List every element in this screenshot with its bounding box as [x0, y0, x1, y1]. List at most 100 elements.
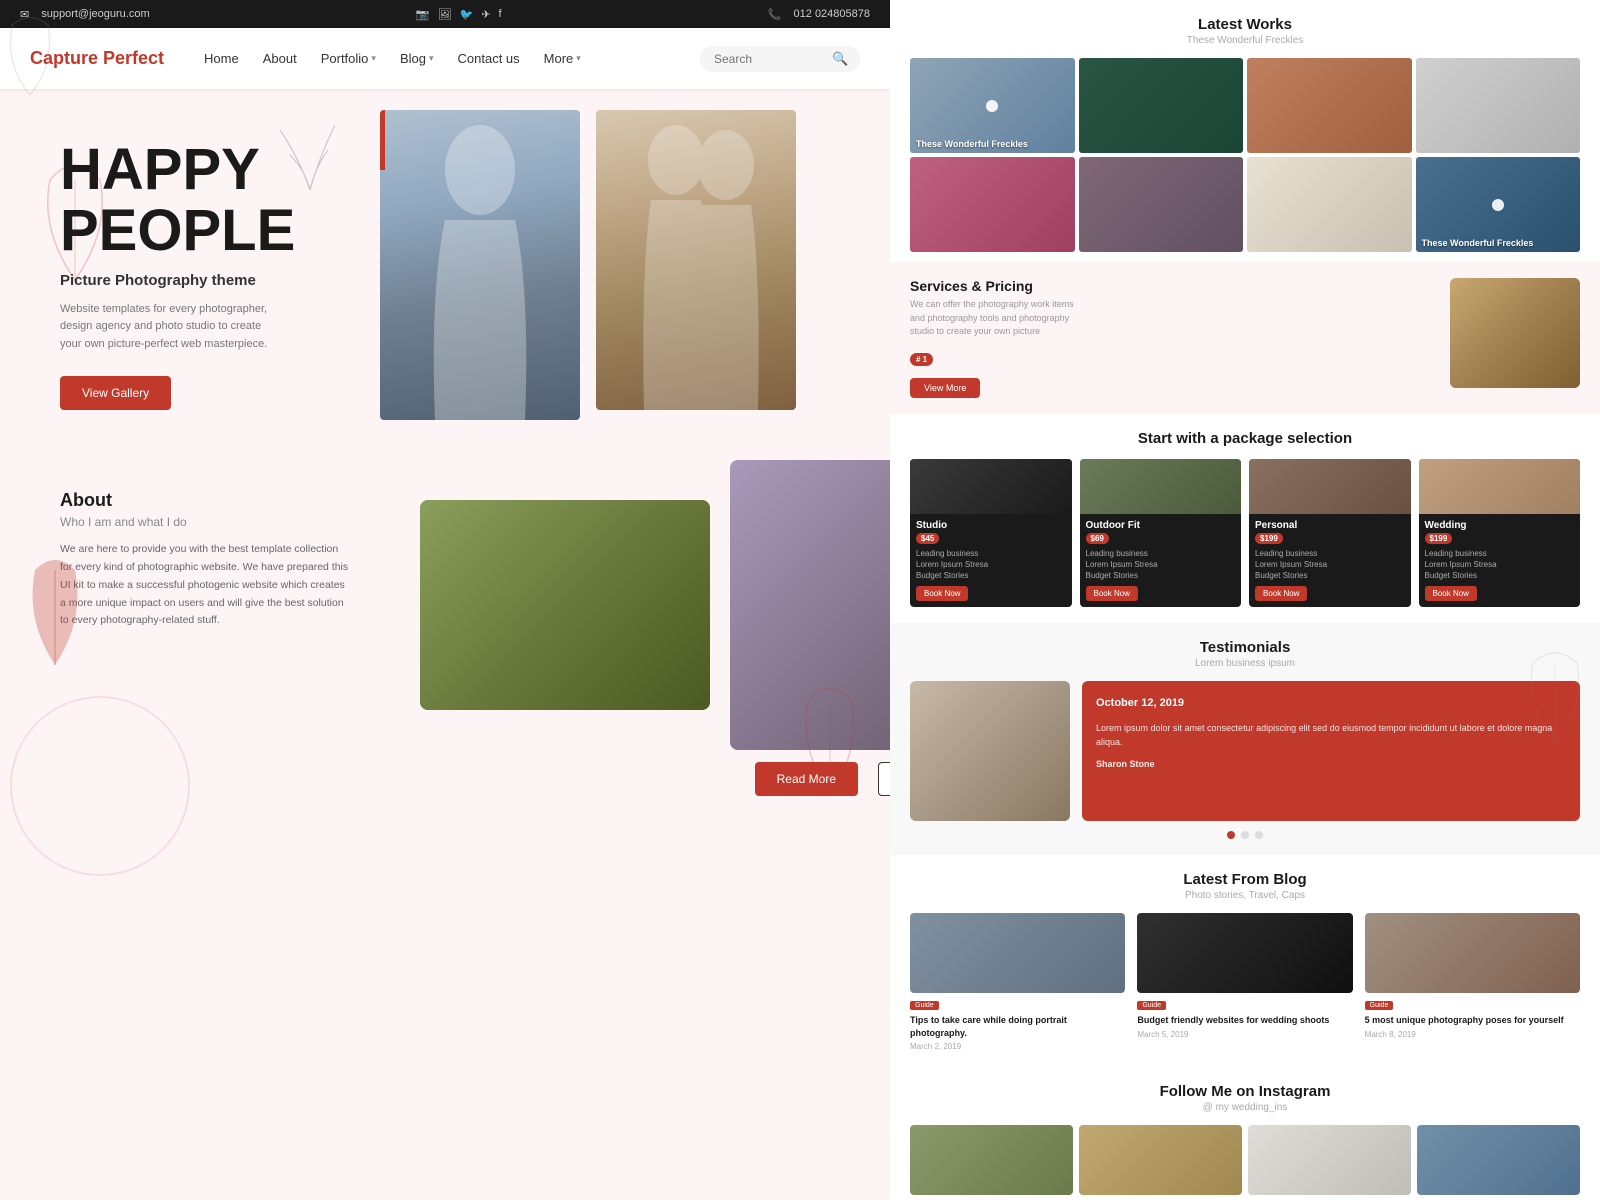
work-image-4	[1416, 58, 1581, 153]
blog-post-title-1[interactable]: Tips to take care while doing portrait p…	[910, 1014, 1125, 1039]
blog-post-2: Guide Budget friendly websites for weddi…	[1137, 913, 1352, 1051]
hero-title: HAPPY PEOPLE	[60, 140, 360, 262]
instagram-section: Follow Me on Instagram @ my wedding_ins	[890, 1067, 1600, 1200]
pagination-dot-2[interactable]	[1241, 831, 1249, 839]
nav-links: Home About Portfolio ▾ Blog ▾ Contact us…	[204, 51, 670, 66]
pink-leaf-decoration	[790, 676, 870, 806]
packages-section: Start with a package selection Studio $4…	[890, 414, 1600, 624]
hero-subtitle: Picture Photography theme	[60, 272, 360, 289]
about-section: About Who I am and what I do We are here…	[0, 470, 890, 816]
navbar: Capture Perfect Home About Portfolio ▾ B…	[0, 28, 890, 90]
work-item-7[interactable]	[1247, 157, 1412, 252]
package-wedding-body: Wedding $199 Leading businessLorem Ipsum…	[1419, 514, 1581, 608]
package-personal-price: $199	[1255, 533, 1283, 544]
testimonial-date: October 12, 2019	[1096, 695, 1566, 713]
services-section: Services & Pricing We can offer the phot…	[890, 262, 1600, 414]
work-item-2[interactable]	[1079, 58, 1244, 153]
instagram-image-2[interactable]	[1079, 1125, 1242, 1195]
blog-image-2	[1137, 913, 1352, 993]
facebook-icon[interactable]: f	[498, 8, 501, 20]
work-item-3[interactable]	[1247, 58, 1412, 153]
package-studio-name: Studio	[916, 520, 1066, 531]
latest-works-section: Latest Works These Wonderful Freckles Th…	[890, 0, 1600, 262]
about-subtitle: Who I am and what I do	[60, 515, 380, 529]
package-outdoor-book-btn[interactable]: Book Now	[1086, 586, 1138, 601]
blog-title: Latest From Blog	[910, 871, 1580, 888]
instagram-image-3[interactable]	[1248, 1125, 1411, 1195]
work-image-6	[1079, 157, 1244, 252]
search-input[interactable]	[714, 52, 824, 66]
pagination-dot-3[interactable]	[1255, 831, 1263, 839]
hire-me-button[interactable]: Hire Me!	[878, 762, 890, 796]
testimonials-title: Testimonials	[910, 639, 1580, 656]
hero-image-woman	[380, 110, 580, 420]
package-studio-features: Leading businessLorem Ipsum StresaBudget…	[916, 548, 1066, 582]
packages-title: Start with a package selection	[910, 430, 1580, 447]
blog-image-3	[1365, 913, 1580, 993]
view-gallery-button[interactable]: View Gallery	[60, 376, 171, 410]
search-bar[interactable]: 🔍	[700, 46, 860, 72]
testimonials-leaf-decoration	[1520, 643, 1590, 753]
testimonial-author: Sharon Stone	[1096, 757, 1566, 771]
instagram-image-4[interactable]	[1417, 1125, 1580, 1195]
testimonial-content: October 12, 2019 Lorem ipsum dolor sit a…	[910, 681, 1580, 821]
phone-icon: 📞	[768, 8, 782, 21]
package-studio-book-btn[interactable]: Book Now	[916, 586, 968, 601]
top-bar-social: 📷 🖼 🐦 ✈ f	[416, 8, 502, 21]
blog-tag-1: Guide	[910, 1001, 939, 1010]
testimonial-card: October 12, 2019 Lorem ipsum dolor sit a…	[1082, 681, 1580, 821]
search-icon[interactable]: 🔍	[832, 51, 848, 67]
work-image-7	[1247, 157, 1412, 252]
work-image-2	[1079, 58, 1244, 153]
instagram-icon[interactable]: 📷	[416, 8, 430, 21]
latest-works-title: Latest Works	[910, 16, 1580, 33]
blog-dropdown-arrow: ▾	[429, 53, 434, 64]
blog-post-title-3[interactable]: 5 most unique photography poses for your…	[1365, 1014, 1580, 1027]
blog-image-1	[910, 913, 1125, 993]
package-wedding-book-btn[interactable]: Book Now	[1425, 586, 1477, 601]
instagram-subtitle: @ my wedding_ins	[910, 1102, 1580, 1113]
package-personal-body: Personal $199 Leading businessLorem Ipsu…	[1249, 514, 1411, 608]
nav-contact[interactable]: Contact us	[458, 51, 520, 66]
instagram-image-1[interactable]	[910, 1125, 1073, 1195]
nav-blog[interactable]: Blog ▾	[400, 51, 434, 66]
phone-text: 012 024805878	[794, 8, 870, 20]
telegram-icon[interactable]: ✈	[481, 8, 490, 21]
package-personal-features: Leading businessLorem Ipsum StresaBudget…	[1255, 548, 1405, 582]
about-text: About Who I am and what I do We are here…	[60, 490, 380, 796]
twitter-icon[interactable]: 🐦	[460, 8, 474, 21]
testimonials-subtitle: Lorem business ipsum	[910, 658, 1580, 669]
package-studio: Studio $45 Leading businessLorem Ipsum S…	[910, 459, 1072, 608]
work-label-1: These Wonderful Freckles	[916, 139, 1028, 149]
work-item-1[interactable]: These Wonderful Freckles	[910, 58, 1075, 153]
blog-post-title-2[interactable]: Budget friendly websites for wedding sho…	[1137, 1014, 1352, 1027]
about-title: About	[60, 490, 380, 511]
hero-images	[380, 110, 796, 420]
work-image-3	[1247, 58, 1412, 153]
about-description: We are here to provide you with the best…	[60, 541, 350, 630]
red-accent-bar	[380, 110, 385, 170]
work-item-4[interactable]	[1416, 58, 1581, 153]
services-title: Services & Pricing	[910, 278, 1434, 294]
package-personal-name: Personal	[1255, 520, 1405, 531]
work-item-8[interactable]: These Wonderful Freckles	[1416, 157, 1581, 252]
photo-icon[interactable]: 🖼	[438, 8, 452, 21]
services-description: We can offer the photography work items …	[910, 298, 1090, 339]
testimonial-image	[910, 681, 1070, 821]
work-item-6[interactable]	[1079, 157, 1244, 252]
package-personal: Personal $199 Leading businessLorem Ipsu…	[1249, 459, 1411, 608]
more-dropdown-arrow: ▾	[576, 53, 581, 64]
nav-portfolio[interactable]: Portfolio ▾	[321, 51, 376, 66]
package-personal-image	[1249, 459, 1411, 514]
nav-home[interactable]: Home	[204, 51, 239, 66]
top-bar-right: 📞 012 024805878	[768, 8, 870, 21]
package-wedding-price: $199	[1425, 533, 1453, 544]
pagination-dot-active[interactable]	[1227, 831, 1235, 839]
package-personal-book-btn[interactable]: Book Now	[1255, 586, 1307, 601]
view-more-button[interactable]: View More	[910, 378, 980, 398]
nav-about[interactable]: About	[263, 51, 297, 66]
work-item-5[interactable]	[910, 157, 1075, 252]
testimonial-pagination	[910, 831, 1580, 839]
work-dot-1	[986, 100, 998, 112]
nav-more[interactable]: More ▾	[544, 51, 581, 66]
